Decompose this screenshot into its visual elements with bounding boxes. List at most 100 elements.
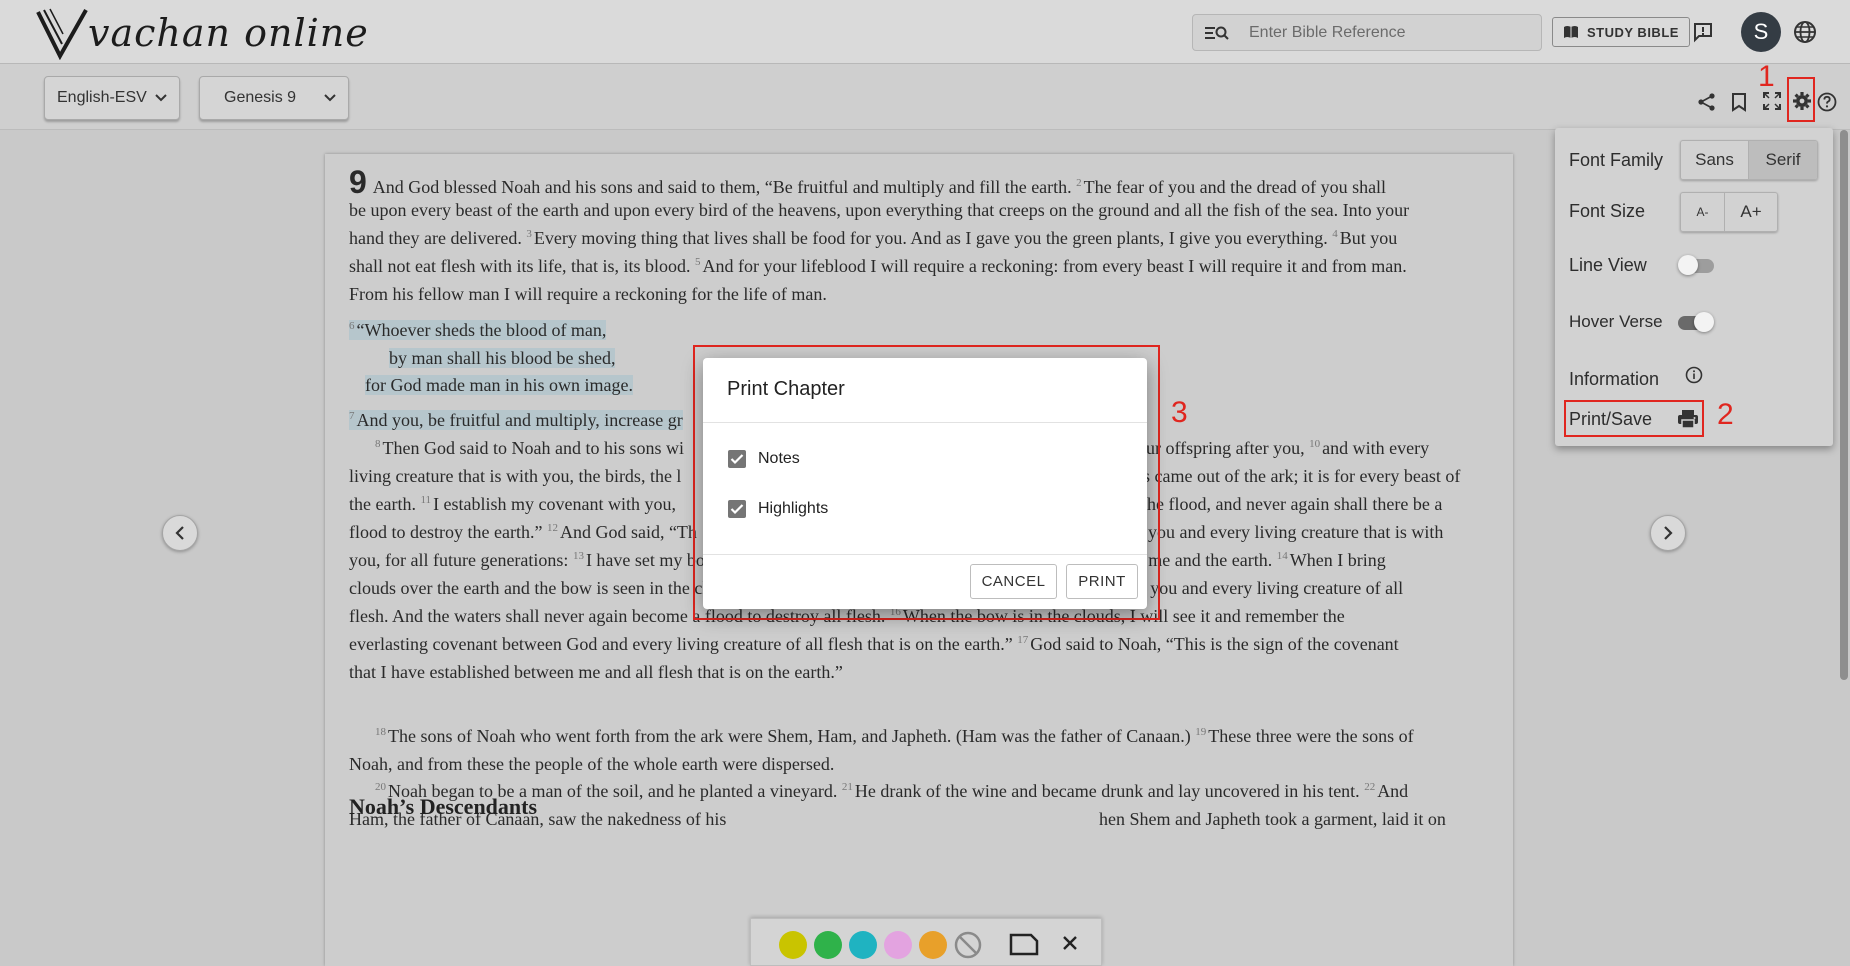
print-button[interactable]: PRINT	[1066, 564, 1138, 599]
verse-line-continued[interactable]: hen Shem and Japheth took a garment, lai…	[1099, 803, 1446, 836]
reader-toolbar: English-ESV Genesis 9	[0, 64, 1850, 130]
verse-text: From his fellow man I will require a rec…	[349, 284, 827, 304]
verse-number: 12	[546, 522, 558, 534]
annotation-box-1	[1787, 77, 1815, 122]
bible-reference-search[interactable]: Enter Bible Reference	[1192, 14, 1542, 51]
verse-number: 2	[1076, 177, 1082, 189]
version-select[interactable]: English-ESV	[44, 76, 180, 120]
verse-number: 13	[572, 550, 584, 562]
highlight-color-green[interactable]	[814, 931, 842, 959]
highlights-checkbox[interactable]	[728, 500, 746, 518]
verse-text: The sons of Noah who went forth from the…	[388, 726, 1196, 746]
search-list-icon[interactable]	[1193, 24, 1241, 42]
section-heading: Noah’s Descendants	[349, 794, 538, 819]
switch-knob	[1694, 312, 1714, 332]
notes-checkbox[interactable]	[728, 450, 746, 468]
annotation-number-3: 3	[1171, 396, 1188, 429]
hover-verse-label: Hover Verse	[1569, 312, 1663, 331]
highlight-color-pink[interactable]	[884, 931, 912, 959]
verse-text-2: And for your lifeblood I will require a …	[702, 256, 1407, 276]
annotation-box-2	[1564, 400, 1704, 437]
page-scrollbar[interactable]	[1840, 130, 1848, 680]
highlights-label: Highlights	[758, 500, 829, 517]
app-header: vachan online Enter Bible Reference STUD…	[0, 0, 1850, 64]
verse-text-2: Every moving thing that lives shall be f…	[533, 228, 1333, 248]
font-size-decrease-button[interactable]: A-	[1681, 193, 1725, 231]
verse-text-3: and with every	[1322, 438, 1430, 458]
cancel-button[interactable]: CANCEL	[970, 564, 1057, 599]
verse-number: 19	[1195, 726, 1207, 738]
font-family-sans-option[interactable]: Sans	[1681, 141, 1749, 179]
verse-text: flood to destroy the earth.”	[349, 522, 547, 542]
highlight-color-orange[interactable]	[919, 931, 947, 959]
hover-verse-switch[interactable]	[1678, 312, 1714, 332]
verse-text: living creature that is with you, the bi…	[349, 466, 686, 486]
vachan-logo-icon	[36, 8, 88, 60]
verse-number: 8	[375, 438, 381, 450]
annotation-number-2: 2	[1717, 398, 1734, 431]
verse-text-2: hen Shem and Japheth took a garment, lai…	[1099, 809, 1446, 829]
highlight-palette	[750, 918, 1102, 966]
verse-line[interactable]: for God made man in his own image.	[365, 369, 633, 402]
highlight-color-cyan[interactable]	[849, 931, 877, 959]
verse-number: 6	[349, 320, 355, 332]
search-placeholder[interactable]: Enter Bible Reference	[1249, 24, 1406, 42]
dialog-divider	[703, 422, 1147, 423]
verse-text: shall not eat flesh with its life, that …	[349, 256, 695, 276]
verse-number: 17	[1017, 634, 1029, 646]
switch-knob	[1678, 255, 1698, 275]
clear-highlight-icon[interactable]	[954, 931, 982, 964]
verse-text: by man shall his blood be shed,	[389, 348, 616, 368]
logo[interactable]: vachan online	[32, 6, 369, 60]
check-icon	[730, 504, 744, 515]
verse-number: 14	[1276, 550, 1288, 562]
version-label: English-ESV	[57, 89, 147, 106]
verse-text-3: he flood, and never again shall there be…	[1147, 494, 1443, 514]
annotation-number-1: 1	[1758, 60, 1775, 93]
verse-number: 21	[841, 781, 853, 793]
close-icon[interactable]	[1062, 935, 1078, 956]
next-chapter-button[interactable]	[1650, 515, 1686, 551]
share-icon[interactable]	[1697, 92, 1717, 117]
previous-chapter-button[interactable]	[162, 515, 198, 551]
font-family-serif-option[interactable]: Serif	[1749, 141, 1817, 179]
fullscreen-icon[interactable]	[1763, 92, 1781, 115]
chapter-select[interactable]: Genesis 9	[199, 76, 349, 120]
verse-line[interactable]: From his fellow man I will require a rec…	[349, 278, 827, 311]
line-view-switch[interactable]	[1678, 255, 1714, 275]
verse-text: be upon every beast of the earth and upo…	[349, 200, 1410, 220]
verse-number: 3	[526, 228, 532, 240]
verse-text-2: I establish my covenant with you,	[433, 494, 677, 514]
notes-label: Notes	[758, 450, 800, 467]
verse-text-2: He drank of the wine and became drunk an…	[854, 781, 1365, 801]
verse-text: hand they are delivered.	[349, 228, 527, 248]
chevron-right-icon	[1664, 526, 1673, 540]
help-icon[interactable]	[1817, 92, 1837, 117]
user-avatar[interactable]: S	[1741, 12, 1781, 52]
verse-text: Then God said to Noah and to his sons wi	[382, 438, 689, 458]
bookmark-icon[interactable]	[1731, 92, 1747, 117]
verse-text: clouds over the earth and the bow is see…	[349, 578, 751, 598]
verse-text: the earth.	[349, 494, 421, 514]
feedback-icon[interactable]	[1692, 21, 1714, 48]
information-label: Information	[1569, 369, 1660, 389]
study-bible-label: STUDY BIBLE	[1587, 24, 1679, 40]
study-bible-button[interactable]: STUDY BIBLE	[1552, 17, 1690, 47]
font-size-increase-button[interactable]: A+	[1725, 193, 1777, 231]
verse-line[interactable]: that I have established between me and a…	[349, 656, 843, 689]
dialog-divider	[703, 554, 1147, 555]
note-icon[interactable]	[1009, 931, 1039, 962]
font-size-label: Font Size	[1569, 201, 1646, 221]
language-globe-icon[interactable]	[1793, 20, 1817, 49]
verse-text: “Whoever sheds the blood of man,	[356, 320, 607, 340]
verse-number: 4	[1332, 228, 1338, 240]
verse-text: that I have established between me and a…	[349, 662, 843, 682]
settings-panel: Font Family Sans Serif Font Size A- A+ L…	[1555, 128, 1833, 446]
highlight-color-yellow[interactable]	[779, 931, 807, 959]
verse-number: 11	[420, 494, 432, 506]
font-family-label: Font Family	[1569, 150, 1664, 170]
info-icon[interactable]	[1685, 366, 1703, 389]
chevron-down-icon	[155, 94, 167, 102]
verse-number: 10	[1309, 438, 1321, 450]
verse-text-2: our offspring after you,	[1137, 438, 1310, 458]
